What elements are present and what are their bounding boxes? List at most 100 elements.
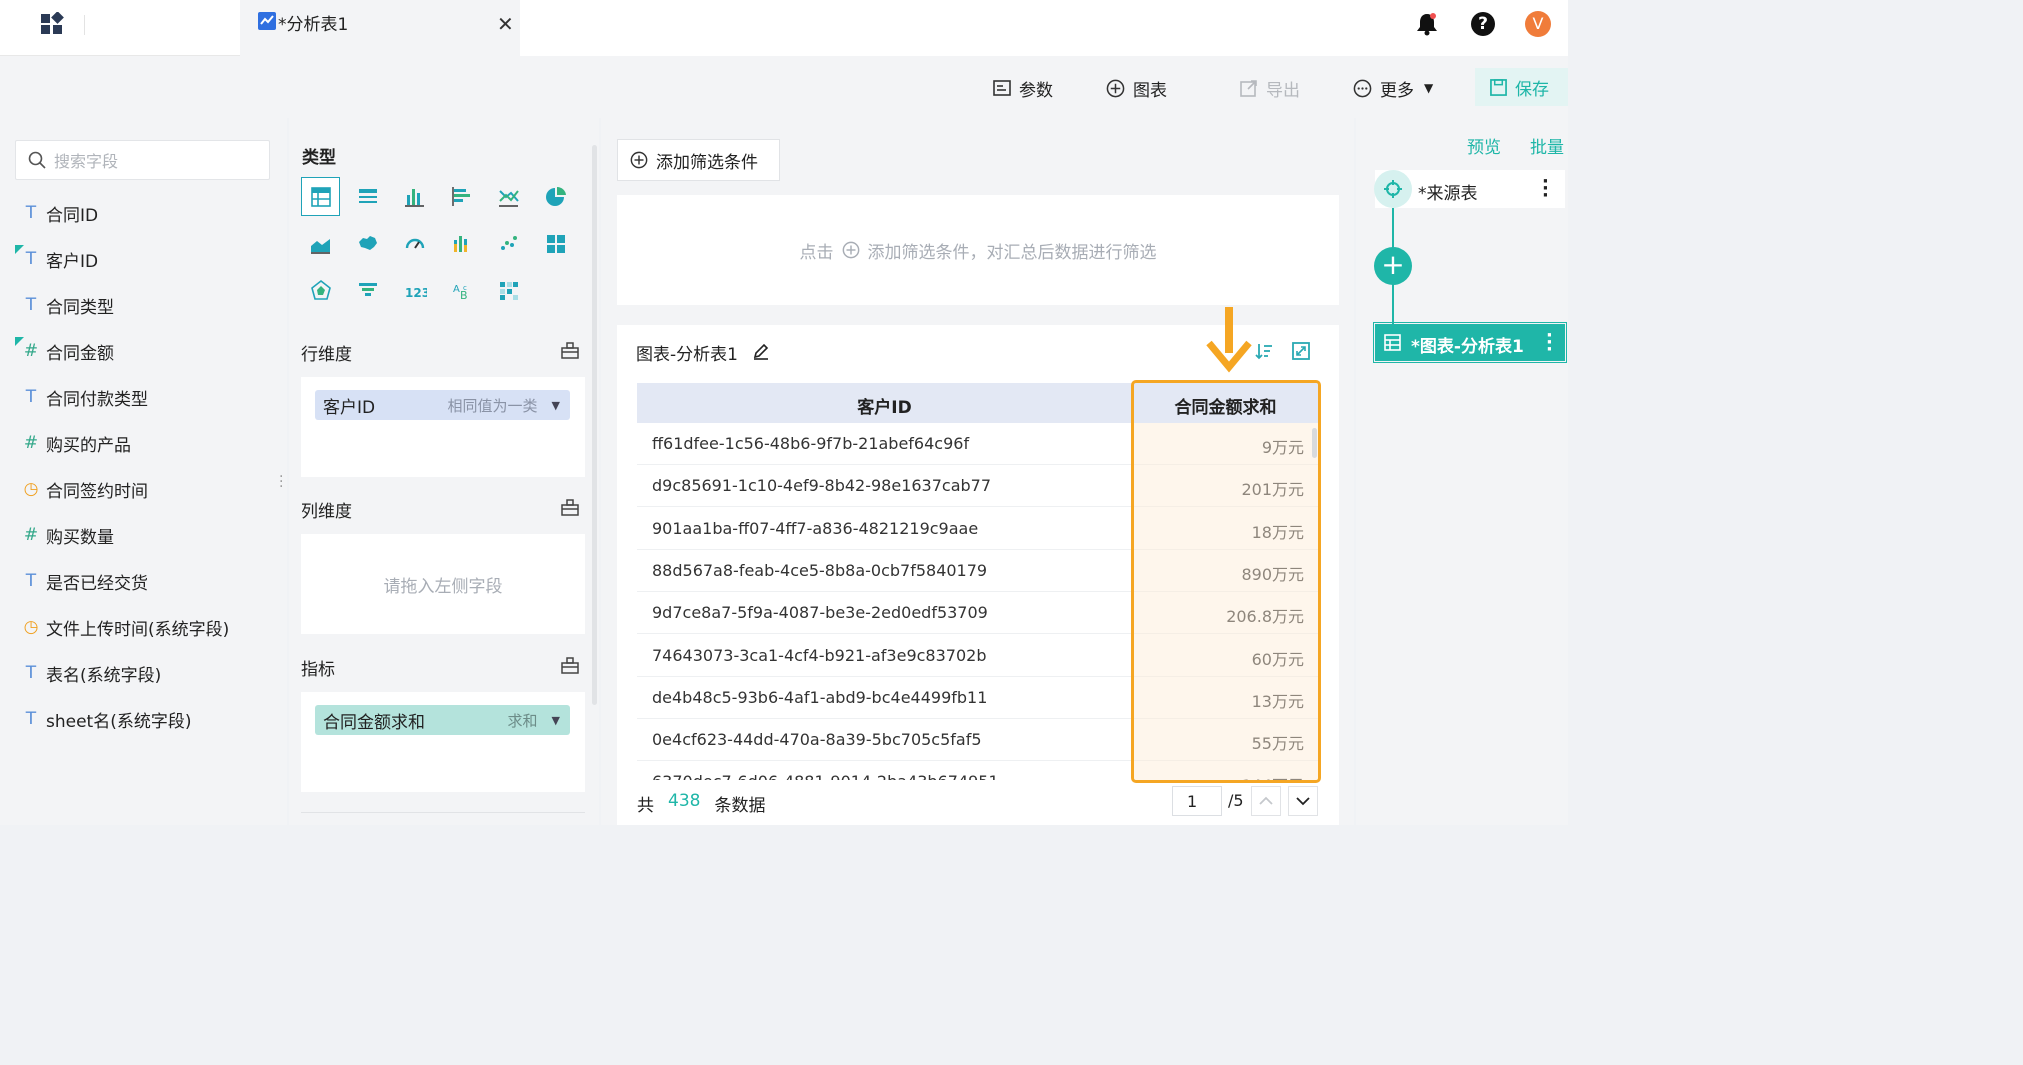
preview-button[interactable]: 预览	[1467, 133, 1501, 158]
field-item[interactable]: # 购买的产品	[20, 430, 131, 456]
field-label: 合同签约时间	[46, 481, 148, 502]
field-search-input[interactable]: 搜索字段	[15, 140, 270, 180]
field-item[interactable]: T 合同类型	[20, 292, 114, 318]
customer-id-cell: de4b48c5-93b6-4af1-abd9-bc4e4499fb11	[652, 687, 988, 707]
customer-id-cell: d9c85691-1c10-4ef9-8b42-98e1637cab77	[652, 476, 992, 496]
clock-icon: ◷	[23, 479, 39, 499]
radar-icon[interactable]	[303, 273, 339, 309]
filter-area: 点击 添加筛选条件，对汇总后数据进行筛选	[617, 195, 1339, 305]
gauge-icon[interactable]	[397, 226, 433, 262]
row-dimension-pill[interactable]: 客户ID 相同值为一类 ▼	[315, 390, 570, 420]
field-item[interactable]: ◷ 文件上传时间(系统字段)	[20, 614, 230, 640]
filter-hint-text: 添加筛选条件，对汇总后数据进行筛选	[867, 242, 1157, 263]
save-label: 保存	[1515, 79, 1549, 100]
params-button[interactable]: 参数	[993, 72, 1053, 104]
heatmap-icon[interactable]	[491, 273, 527, 309]
metric-label: 指标	[301, 660, 335, 680]
detail-table-icon[interactable]	[350, 179, 386, 215]
field-item[interactable]: # 合同金额	[20, 338, 114, 364]
add-filter-label: 添加筛选条件	[656, 152, 758, 173]
field-item[interactable]: T 表名(系统字段)	[20, 660, 161, 686]
field-item[interactable]: ◷ 合同签约时间	[20, 476, 148, 502]
next-page-button[interactable]	[1288, 786, 1318, 816]
text-type-icon: T	[25, 663, 37, 683]
sort-icon[interactable]	[1255, 342, 1273, 364]
save-button[interactable]: 保存	[1475, 68, 1568, 106]
batch-button[interactable]: 批量	[1530, 133, 1564, 158]
record-count: 共 438 条数据	[637, 791, 765, 816]
number-icon[interactable]: 123	[397, 273, 433, 309]
app-menu-area	[0, 0, 240, 56]
more-label: 更多	[1380, 80, 1414, 101]
avatar[interactable]: V	[1525, 11, 1551, 37]
plus-circle-icon	[842, 241, 859, 259]
field-item[interactable]: T 客户ID	[20, 246, 98, 272]
scatter-icon[interactable]	[491, 226, 527, 262]
tab-analysis-1[interactable]: *分析表1 ✕	[240, 0, 520, 56]
save-icon	[1490, 78, 1507, 96]
column-dimension-dropzone[interactable]: 请拖入左侧字段	[301, 534, 585, 634]
add-node-button[interactable]: +	[1374, 247, 1412, 285]
metric-clear-icon[interactable]	[561, 657, 579, 678]
page-input[interactable]: 1	[1172, 786, 1222, 816]
help-icon[interactable]: ?	[1471, 12, 1495, 36]
chart-button[interactable]: 图表	[1106, 72, 1167, 104]
svg-text:c: c	[463, 284, 467, 292]
more-button[interactable]: 更多 ▼	[1353, 72, 1433, 104]
divider	[301, 812, 585, 813]
number-type-icon: #	[23, 433, 39, 453]
metric-pill[interactable]: 合同金额求和 求和 ▼	[315, 705, 570, 735]
edit-icon[interactable]	[752, 342, 770, 364]
highlight-column-frame	[1131, 380, 1321, 783]
page-total: /5	[1228, 791, 1244, 810]
funnel-icon[interactable]	[350, 273, 386, 309]
field-label: 合同类型	[46, 297, 114, 318]
more-icon	[1353, 79, 1372, 97]
horizontal-bar-icon[interactable]	[444, 179, 480, 215]
caret-down-icon[interactable]: ▼	[552, 399, 560, 412]
row-dimension-clear-icon[interactable]	[561, 342, 579, 363]
source-node-menu-icon[interactable]: · · ·	[1542, 173, 1549, 205]
customer-id-cell: 0e4cf623-44dd-470a-8a39-5bc705c5faf5	[652, 730, 982, 750]
word-cloud-icon[interactable]: ABc	[444, 273, 480, 309]
field-item[interactable]: Tsheet名(系统字段)	[20, 706, 192, 732]
stacked-bar-icon[interactable]	[444, 226, 480, 262]
field-item[interactable]: T 是否已经交货	[20, 568, 148, 594]
table-icon[interactable]	[301, 177, 340, 216]
bell-icon[interactable]	[1416, 12, 1438, 40]
column-dimension-clear-icon[interactable]	[561, 499, 579, 520]
close-icon[interactable]: ✕	[497, 12, 514, 36]
card-grid-icon[interactable]	[538, 226, 574, 262]
record-count-total: 438	[668, 791, 701, 811]
area-chart-icon[interactable]	[303, 226, 339, 262]
prev-page-button[interactable]	[1251, 786, 1281, 816]
map-icon[interactable]	[350, 226, 386, 262]
line-chart-icon[interactable]	[491, 179, 527, 215]
clock-icon: ◷	[23, 617, 39, 637]
metric-pill-name: 合同金额求和	[323, 712, 425, 733]
plus-circle-icon	[1106, 79, 1125, 97]
field-label: 购买的产品	[46, 435, 131, 456]
app-grid-icon[interactable]	[40, 11, 66, 38]
chart-node-menu-icon[interactable]: · · ·	[1546, 327, 1553, 359]
field-label: 文件上传时间(系统字段)	[46, 619, 230, 640]
plus-circle-icon	[630, 151, 648, 169]
export-button[interactable]: 导出	[1240, 72, 1300, 104]
field-item[interactable]: # 购买数量	[20, 522, 114, 548]
field-item[interactable]: T 合同ID	[20, 200, 98, 226]
field-label: 合同金额	[46, 343, 114, 364]
highlight-arrow-icon	[1205, 305, 1253, 379]
field-item[interactable]: T 合同付款类型	[20, 384, 148, 410]
caret-down-icon[interactable]: ▼	[552, 714, 560, 727]
chart-node-label: *图表-分析表1	[1411, 337, 1524, 357]
column-header-customer-id[interactable]: 客户ID	[637, 393, 1132, 418]
add-filter-button[interactable]: 添加筛选条件	[617, 139, 780, 181]
toolbar	[0, 56, 1568, 118]
pie-chart-icon[interactable]	[538, 179, 574, 215]
table-icon	[1384, 334, 1401, 355]
bar-chart-icon[interactable]	[397, 179, 433, 215]
fullscreen-icon[interactable]	[1292, 342, 1310, 364]
config-scrollbar[interactable]	[592, 145, 597, 705]
export-label: 导出	[1266, 80, 1300, 101]
panel-resize-handle[interactable]: · · ·	[279, 470, 283, 494]
